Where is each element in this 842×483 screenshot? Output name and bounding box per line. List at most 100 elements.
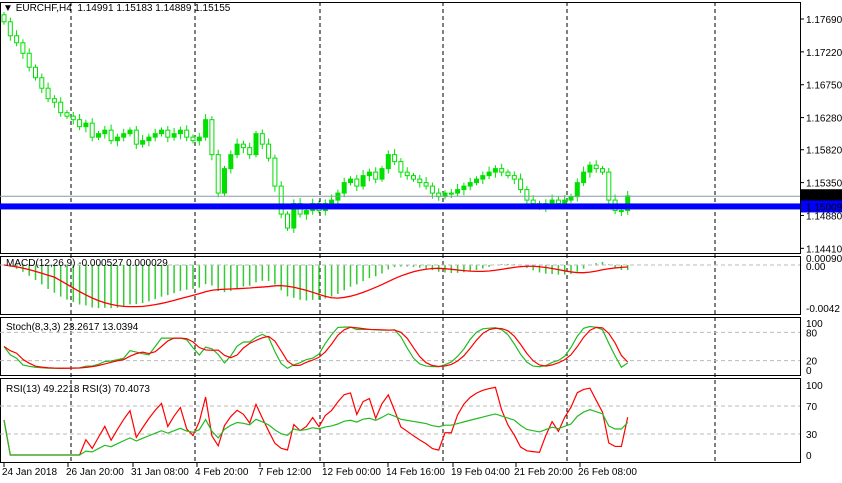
date-tick-label: 7 Feb 12:00 [258,467,312,478]
candle [618,210,624,213]
stoch-tick-label: 0 [806,366,812,377]
candle [102,129,108,135]
date-tick-label: 31 Jan 08:00 [131,467,189,478]
price-tick-label: 1.17220 [806,48,842,59]
candle [499,168,505,173]
chart-header: ▼ EURCHF,H4 1.14991 1.15183 1.14889 1.15… [3,3,230,14]
candle [581,171,587,184]
candle [266,143,272,159]
candle [127,129,133,135]
candle [379,168,385,180]
candle [417,178,423,184]
candle [240,143,246,149]
candle [96,133,101,138]
candle [448,192,454,195]
candle [285,213,290,229]
date-tick-label: 26 Jan 20:00 [66,467,124,478]
price-tick-label: 1.15350 [806,179,842,190]
candle [259,133,265,145]
candle [511,175,517,180]
candle [190,136,196,142]
date-tick-label: 26 Feb 08:00 [578,467,637,478]
date-tick-label: 4 Feb 20:00 [195,467,249,478]
candle [593,164,599,170]
candle [480,175,486,180]
candle [184,129,190,138]
candle [303,210,309,215]
candle [228,154,234,170]
date-tick-label: 24 Jan 2018 [2,467,57,478]
candle [203,119,209,138]
candle [247,147,253,156]
candle [354,178,360,187]
candle [215,154,221,194]
symbol-label: EURCHF,H4 [15,3,72,14]
high-value: 1.15183 [116,3,153,14]
candle [272,157,278,187]
macd-tick-label: -0.0042 [806,304,840,315]
candle [146,136,152,142]
candle [568,196,574,201]
candle [278,185,284,215]
candle [474,178,479,184]
candle [1,14,7,23]
candle [461,185,467,191]
candle [196,136,202,142]
candle [530,199,536,205]
rsi-tick-label: 100 [806,381,823,392]
candle [83,122,89,128]
candle [360,175,366,187]
candle [467,182,473,187]
candle [45,87,51,100]
candle [108,129,114,142]
candle [234,143,240,156]
candle [58,101,64,114]
candle [70,115,76,121]
stoch-label: Stoch(8,3,3) 23.2617 13.0394 [6,322,139,333]
candle [33,66,38,79]
candle [152,133,158,138]
candle [177,129,183,135]
rsi-label: RSI(13) 49.2218 RSI(3) 70.4073 [6,384,150,395]
candle [562,199,568,205]
price-tick-label: 1.16750 [806,81,842,92]
chart-canvas[interactable]: 1.17690 1.17220 1.16750 1.16280 1.15820 1.153… [0,0,842,483]
candle [159,129,164,135]
dropdown-triangle-icon[interactable]: ▼ [3,3,13,14]
candle [26,52,32,68]
candle [165,129,171,138]
rsi3-line [3,386,629,456]
candle [133,129,139,145]
candle [574,182,580,198]
candle [7,21,13,37]
stoch-signal-line [3,326,629,369]
macd-signal-line [3,264,628,308]
candle [555,199,561,205]
candle [39,77,45,89]
horizontal-line[interactable] [0,203,800,210]
candle [89,122,95,138]
hline-price-label: 1.15009 [806,202,842,213]
candle [392,154,398,163]
candle [385,154,391,170]
candle [455,189,461,194]
chart-window[interactable]: 1.17690 1.17220 1.16750 1.16280 1.15820 1.153… [0,0,842,483]
candle [505,171,511,177]
candle [423,182,429,187]
candle [549,199,555,205]
candle [492,168,498,173]
candle [518,178,524,191]
rsi-tick-label: 30 [806,430,818,441]
rsi-tick-label: 70 [806,402,818,413]
candle [366,171,372,177]
candle [253,133,259,156]
date-tick-label: 19 Feb 04:00 [451,467,510,478]
candle [373,171,379,180]
price-tick-label: 1.17690 [806,15,842,26]
stoch-tick-label: 80 [806,328,818,339]
candle [398,161,404,173]
candle [329,199,335,205]
macd-label: MACD(12,26,9) -0.000527 0.000029 [6,258,168,269]
low-value: 1.14889 [155,3,192,14]
open-value: 1.14991 [77,3,114,14]
